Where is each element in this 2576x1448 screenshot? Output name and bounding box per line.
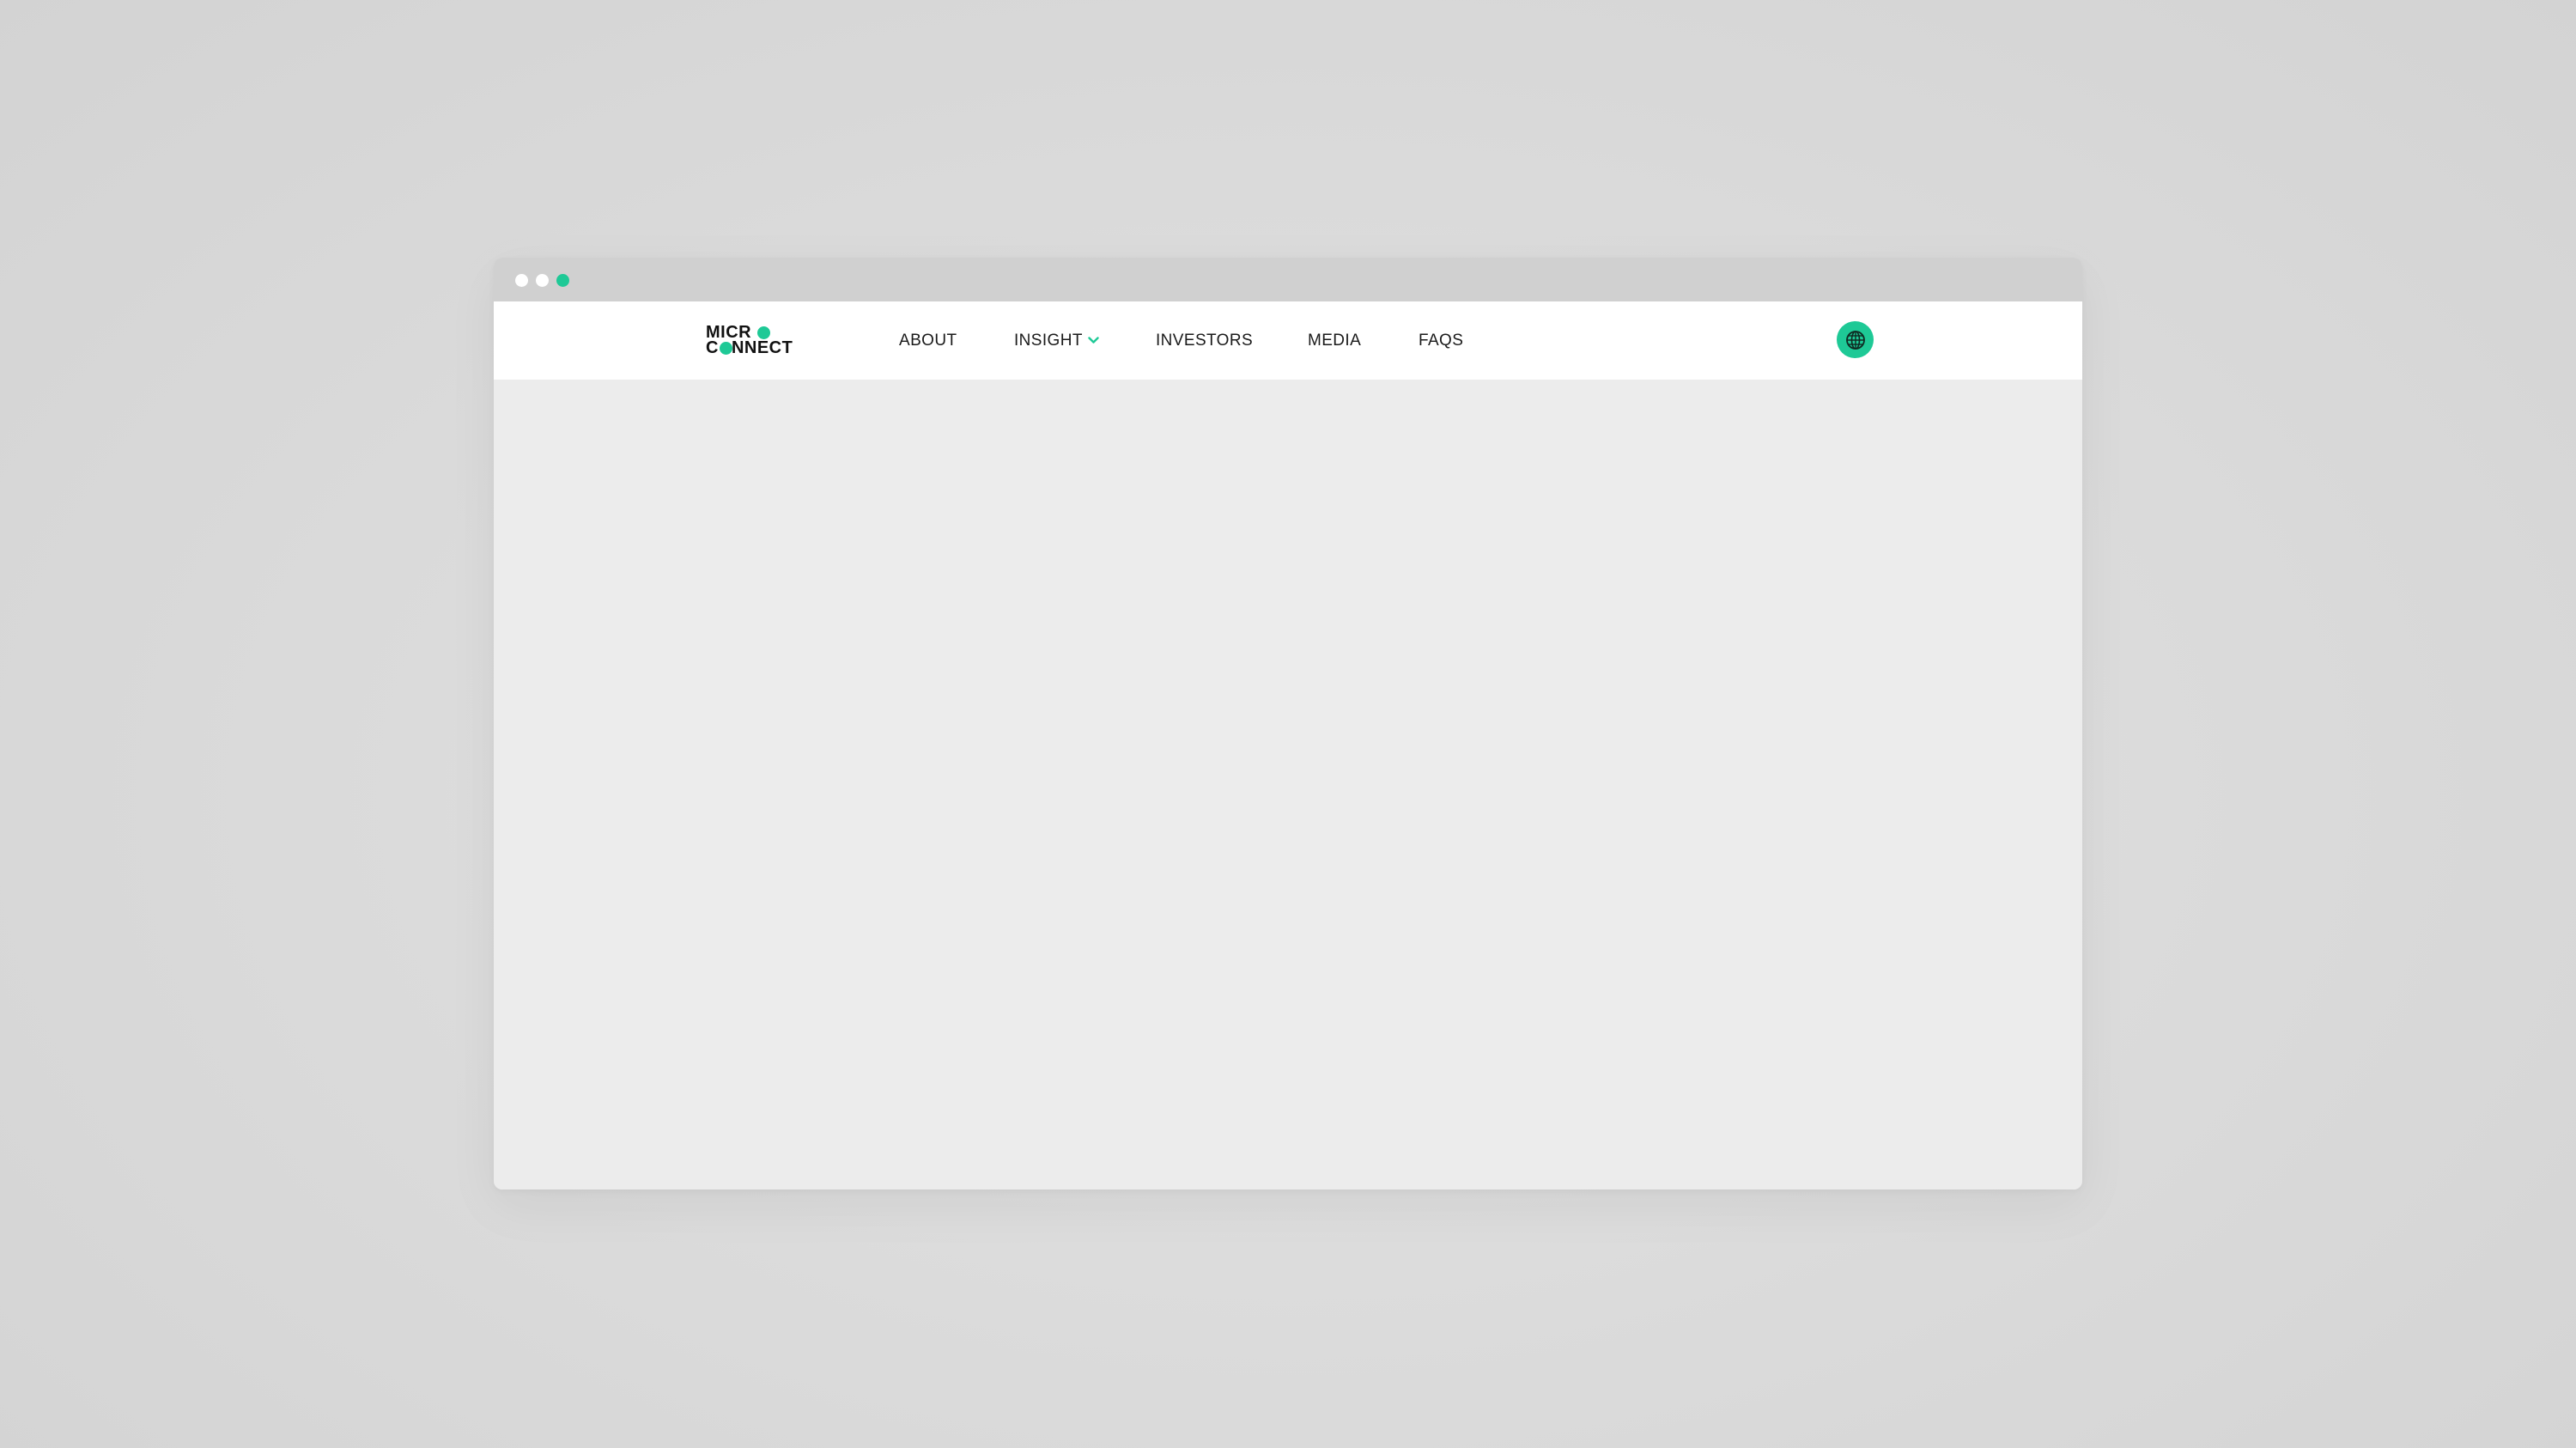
- logo-text-line-2-prefix: C: [706, 338, 719, 357]
- globe-icon: [1845, 330, 1865, 350]
- nav-item-label: INSIGHT: [1014, 332, 1083, 350]
- window-title-bar: [494, 258, 2082, 301]
- nav-item-about[interactable]: ABOUT: [899, 301, 957, 380]
- window-maximize-dot[interactable]: [556, 274, 569, 287]
- browser-window: MICR C NNECT ABOUT INSIGHT INVESTORS MEDI…: [494, 258, 2082, 1189]
- page-content-area: [494, 380, 2082, 1189]
- logo-dot-icon: [757, 326, 770, 339]
- nav-item-faqs[interactable]: FAQS: [1419, 301, 1463, 380]
- micro-connect-logo[interactable]: MICR C NNECT: [706, 324, 809, 359]
- nav-item-label: INVESTORS: [1156, 332, 1254, 350]
- language-button[interactable]: [1837, 321, 1874, 358]
- nav-item-media[interactable]: MEDIA: [1308, 301, 1361, 380]
- window-close-dot[interactable]: [515, 274, 528, 287]
- window-minimize-dot[interactable]: [536, 274, 549, 287]
- nav-item-label: ABOUT: [899, 332, 957, 350]
- chevron-down-icon: [1088, 301, 1099, 379]
- logo-text-line-2-suffix: NNECT: [731, 338, 793, 357]
- nav-item-investors[interactable]: INVESTORS: [1156, 301, 1253, 380]
- nav-item-insight[interactable]: INSIGHT: [1014, 301, 1099, 380]
- site-header: MICR C NNECT ABOUT INSIGHT INVESTORS MEDI…: [494, 301, 2082, 380]
- nav-item-label: FAQS: [1419, 332, 1464, 350]
- logo-dot-icon: [720, 342, 732, 355]
- nav-item-label: MEDIA: [1308, 332, 1362, 350]
